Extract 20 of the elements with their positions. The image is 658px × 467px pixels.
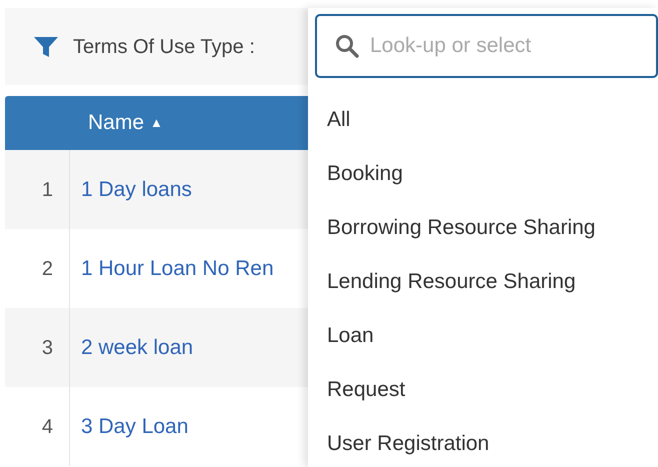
dropdown-option[interactable]: Lending Resource Sharing (315, 255, 658, 309)
dropdown-option[interactable]: All (315, 93, 658, 147)
name-link[interactable]: 3 Day Loan (81, 410, 188, 442)
dropdown-option[interactable]: Loan (315, 309, 658, 363)
row-number: 4 (42, 414, 53, 440)
search-icon (335, 34, 359, 58)
column-header[interactable]: Name ▲ (88, 107, 163, 139)
dropdown-option[interactable]: User Registration (315, 417, 658, 467)
name-link[interactable]: 1 Day loans (81, 174, 192, 206)
search-field[interactable]: Look-up or select (315, 14, 658, 78)
filter-label: Terms Of Use Type : (73, 34, 255, 60)
row-number: 3 (42, 336, 53, 360)
row-number: 1 (42, 178, 53, 202)
filter-icon[interactable] (33, 34, 59, 58)
name-link[interactable]: 1 Hour Loan No Ren (81, 252, 274, 284)
row-number: 2 (42, 256, 53, 282)
dropdown-option[interactable]: Request (315, 363, 658, 417)
dropdown-option[interactable]: Booking (315, 147, 658, 201)
name-link[interactable]: 2 week loan (81, 332, 194, 364)
dropdown-option[interactable]: Borrowing Resource Sharing (315, 201, 658, 255)
